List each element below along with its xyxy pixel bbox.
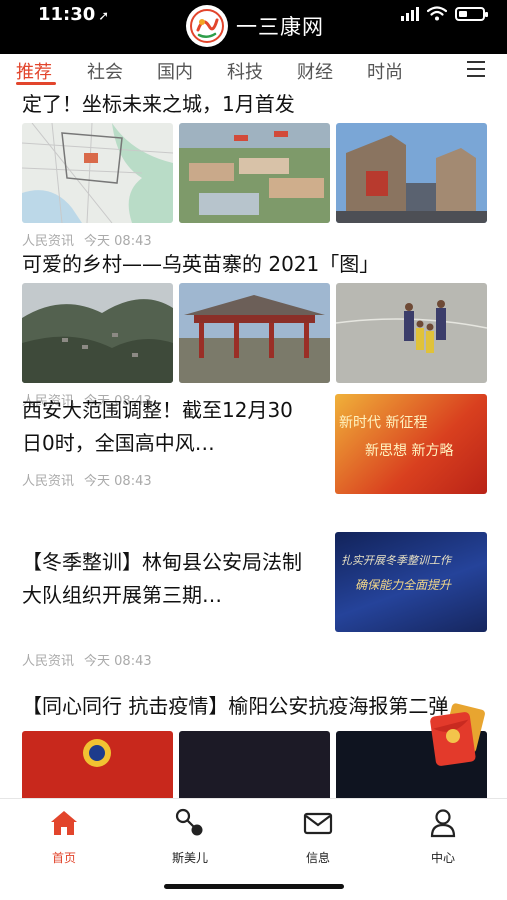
nav-share[interactable]: 斯美儿 [150,807,230,866]
mall-building-thumbnail[interactable] [336,123,487,223]
nav-label: 首页 [51,851,76,865]
pavilion-thumbnail[interactable] [179,283,330,383]
home-icon [51,811,77,835]
news-title[interactable]: 定了！坐标未来之城，1月首发 [22,88,488,121]
nav-label: 中心 [430,851,455,865]
tab-domestic[interactable]: 国内 [157,58,193,84]
banner-text: 确保能力全面提升 [355,578,452,592]
app-logo-icon [186,5,228,47]
wifi-icon [427,6,447,21]
news-title[interactable]: 【冬季整训】林甸县公安局法制大队组织开展第三期… [22,546,312,612]
police-training-thumbnail[interactable]: 扎实开展冬季整训工作 确保能力全面提升 [335,532,487,632]
nav-home[interactable]: 首页 [24,807,104,866]
slogan-banner-thumbnail[interactable]: 新时代 新征程 新思想 新方略 [335,394,487,494]
tab-recommended[interactable]: 推荐 [16,58,52,84]
news-time: 今天 08:43 [84,234,152,249]
app-brand: 一三康网 [186,4,324,48]
mountain-village-thumbnail[interactable] [22,283,173,383]
news-title[interactable]: 可爱的乡村——乌英苗寨的 2021「图」 [22,248,488,281]
tab-society[interactable]: 社会 [87,58,123,84]
nav-messages[interactable]: 信息 [278,807,358,866]
news-item[interactable]: 【同心同行 抗击疫情】榆阳公安抗疫海报第二弹 [22,690,488,798]
home-indicator[interactable] [164,884,344,889]
news-meta: 人民资讯 今天 08:43 [22,650,488,669]
news-feed[interactable]: 定了！坐标未来之城，1月首发 人民资讯 今天 08:43 可爱的乡村——乌英苗寨… [0,88,507,798]
map-thumbnail[interactable] [22,123,173,223]
police-emblem-thumbnail[interactable] [22,731,173,798]
location-arrow-icon: ➚ [98,9,110,24]
tab-menu-icon[interactable] [467,61,485,82]
nav-label: 斯美儿 [171,851,208,865]
news-item[interactable]: 可爱的乡村——乌英苗寨的 2021「图」 人民资讯 今天 08:43 [22,248,488,409]
battery-icon [455,6,488,21]
nav-profile[interactable]: 中心 [403,807,483,866]
tab-finance[interactable]: 财经 [297,58,333,84]
tab-fashion[interactable]: 时尚 [367,58,403,84]
banner-text: 扎实开展冬季整训工作 [341,554,451,567]
active-tab-indicator [16,82,56,85]
tab-technology[interactable]: 科技 [227,58,263,84]
news-title[interactable]: 西安大范围调整！截至12月30日0时，全国高中风… [22,394,312,460]
children-group-thumbnail[interactable] [336,283,487,383]
category-tabs: 推荐 社会 国内 科技 财经 时尚 [0,54,507,88]
nav-label: 信息 [305,851,330,865]
banner-text: 新思想 新方略 [365,443,454,459]
status-time: 11:30 ➚ [38,4,110,25]
red-packet-icon[interactable] [425,700,495,772]
news-time: 今天 08:43 [84,474,152,489]
app-title: 一三康网 [236,15,324,39]
news-item[interactable]: 定了！坐标未来之城，1月首发 人民资讯 今天 08:43 [22,88,488,249]
news-images [22,283,488,383]
person-icon [430,809,456,838]
status-icons [401,6,488,21]
news-images [22,731,488,798]
news-title[interactable]: 【同心同行 抗击疫情】榆阳公安抗疫海报第二弹 [22,690,488,723]
news-meta: 人民资讯 今天 08:43 [22,230,488,249]
news-source: 人民资讯 [22,654,75,669]
news-images [22,123,488,223]
news-time: 今天 08:43 [84,654,152,669]
news-source: 人民资讯 [22,474,75,489]
share-icon [175,808,203,836]
top-bar: 11:30 ➚ 一三康网 [0,0,507,54]
mail-icon [303,812,333,835]
cellular-signal-icon [401,6,419,21]
poster-thumbnail[interactable] [179,731,330,798]
news-source: 人民资讯 [22,234,75,249]
campus-aerial-thumbnail[interactable] [179,123,330,223]
banner-text: 新时代 新征程 [339,415,428,431]
